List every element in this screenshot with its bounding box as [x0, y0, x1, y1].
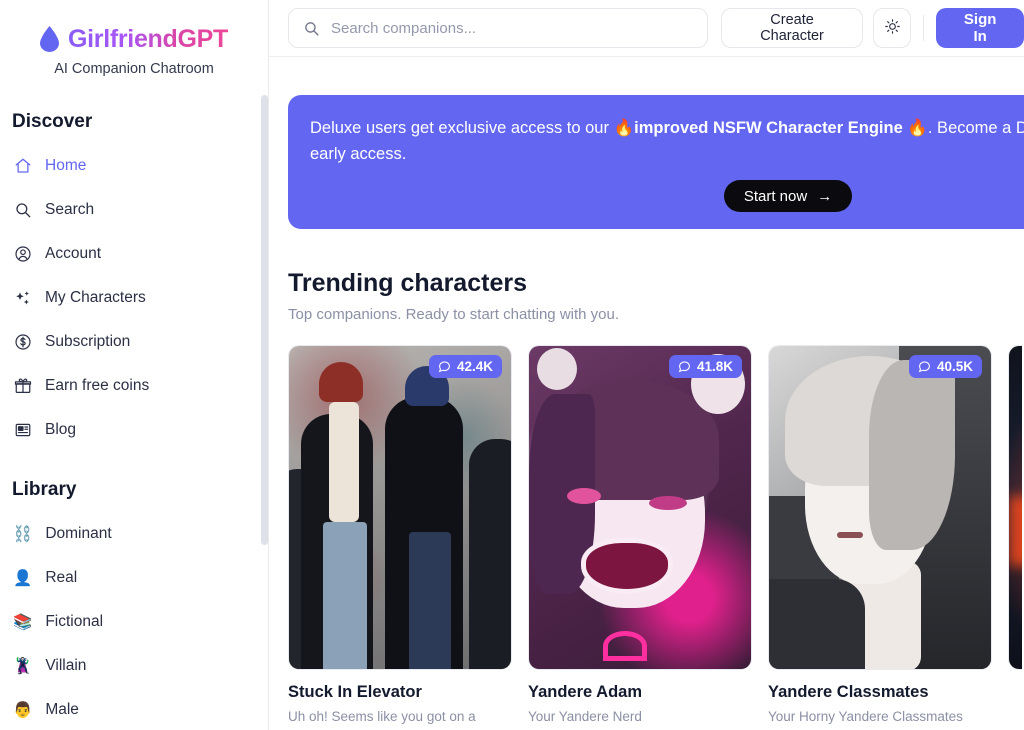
chat-count-value: 41.8K [696, 359, 733, 375]
character-image[interactable]: 41.8K [528, 345, 752, 671]
water-drop-icon [39, 26, 59, 52]
card-artwork [1009, 346, 1022, 670]
sidebar-item-label: My Characters [45, 289, 146, 306]
sidebar-item-search[interactable]: Search [8, 191, 250, 229]
search-input[interactable]: Search companions... [288, 8, 708, 48]
character-description: Your Horny Yandere Classmates [768, 709, 963, 725]
chat-count-value: 40.5K [936, 359, 973, 375]
sidebar-item-my-characters[interactable]: My Characters [8, 279, 250, 317]
promo-text-bold: improved NSFW Character Engine [634, 119, 903, 137]
newspaper-icon [13, 421, 32, 440]
gift-icon [13, 377, 32, 396]
character-description: Your Yandere Nerd [528, 709, 642, 725]
app-root: GirlfriendGPT AI Companion Chatroom Disc… [0, 0, 1024, 730]
home-icon [13, 157, 32, 176]
character-card[interactable]: 40.5K Yandere Classmates Your Horny Yand… [768, 345, 992, 730]
sidebar-item-label: Search [45, 201, 95, 218]
character-name: Yandere Adam [528, 683, 643, 702]
sidebar-item-label: Account [45, 245, 102, 262]
sidebar-item-villain[interactable]: 🦹 Villain [8, 647, 250, 685]
fire-emoji-left: 🔥 [613, 119, 635, 137]
sidebar-item-label: Earn free coins [45, 377, 150, 394]
sidebar-item-label: Male [45, 701, 79, 718]
sidebar-item-label: Subscription [45, 333, 131, 350]
sidebar: GirlfriendGPT AI Companion Chatroom Disc… [0, 0, 269, 730]
promo-banner-text: Deluxe users get exclusive access to our… [310, 116, 1024, 167]
sidebar-item-home[interactable]: Home [8, 147, 250, 185]
sidebar-item-dominant[interactable]: ⛓️ Dominant [8, 515, 250, 553]
chat-count-badge: 42.4K [428, 355, 502, 379]
sidebar-item-label: Fictional [45, 613, 104, 630]
character-image[interactable]: 40.5K [768, 345, 992, 671]
character-description: Uh oh! Seems like you got on a elevator … [288, 709, 488, 730]
theme-toggle-button[interactable] [873, 8, 912, 48]
sidebar-item-blog[interactable]: Blog [8, 411, 250, 449]
account-circle-icon [13, 245, 32, 264]
chat-bubble-icon [438, 360, 451, 373]
toolbar-divider [923, 15, 925, 41]
sidebar-item-label: Real [45, 569, 78, 586]
discover-heading: Discover [12, 111, 93, 132]
sidebar-item-earn-free-coins[interactable]: Earn free coins [8, 367, 250, 405]
content-scroll-area: Deluxe users get exclusive access to our… [269, 57, 1024, 730]
sidebar-item-label: Villain [45, 657, 87, 674]
search-icon [13, 201, 32, 220]
sidebar-item-male[interactable]: 👨 Male [8, 691, 250, 729]
sidebar-item-label: Home [45, 157, 87, 174]
promo-banner: Deluxe users get exclusive access to our… [288, 95, 1024, 230]
chat-count-badge: 40.5K [908, 355, 982, 379]
sidebar-item-label: Dominant [45, 525, 112, 542]
sparkles-icon [13, 289, 32, 308]
character-card-list: 42.4K Stuck In Elevator Uh oh! Seems lik… [288, 345, 1024, 730]
library-heading: Library [12, 479, 77, 500]
page-subtitle: Top companions. Ready to start chatting … [288, 306, 620, 324]
character-name: Stuck In Elevator [288, 683, 422, 702]
sign-in-button[interactable]: Sign In [936, 8, 1024, 48]
chat-bubble-icon [918, 360, 931, 373]
supervillain-icon: 🦹 [13, 657, 33, 675]
card-artwork [289, 346, 511, 670]
promo-text-part1: Deluxe users get exclusive access to our [310, 119, 614, 137]
sidebar-item-fictional[interactable]: 📚 Fictional [8, 603, 250, 641]
brand-tagline: AI Companion Chatroom [54, 61, 214, 77]
page-title: Trending characters [288, 269, 527, 298]
chat-count-badge: 41.8K [668, 355, 742, 379]
sidebar-scrollbar[interactable] [261, 95, 268, 545]
sidebar-item-real[interactable]: 👤 Real [8, 559, 250, 597]
fire-emoji-right: 🔥 [907, 119, 928, 137]
chat-count-value: 42.4K [456, 359, 493, 375]
sidebar-item-account[interactable]: Account [8, 235, 250, 273]
chat-bubble-icon [678, 360, 691, 373]
character-card[interactable]: 42.4K Stuck In Elevator Uh oh! Seems lik… [288, 345, 512, 730]
chains-icon: ⛓️ [13, 525, 33, 543]
dollar-circle-icon [13, 333, 32, 352]
card-artwork [769, 346, 991, 670]
start-now-label: Start now [743, 187, 808, 205]
main-area: Search companions... Create Character Si… [269, 0, 1024, 730]
character-image[interactable]: 42.4K [288, 345, 512, 671]
sidebar-item-label: Blog [45, 421, 77, 438]
character-card[interactable]: 41.8K Yandere Adam Your Yandere Nerd [528, 345, 752, 730]
create-character-button[interactable]: Create Character [721, 8, 864, 48]
arrow-right-icon: → [817, 187, 833, 205]
sun-icon [884, 18, 901, 38]
start-now-button[interactable]: Start now → [723, 180, 853, 213]
man-icon: 👨 [13, 701, 33, 719]
person-icon: 👤 [13, 569, 33, 587]
card-artwork [529, 346, 751, 670]
character-name: Yandere Classmates [768, 683, 929, 702]
brand-header: GirlfriendGPT AI Companion Chatroom [0, 0, 268, 77]
brand-name: GirlfriendGPT [67, 24, 228, 53]
books-icon: 📚 [13, 613, 33, 631]
search-placeholder: Search companions... [331, 19, 477, 37]
sidebar-item-subscription[interactable]: Subscription [8, 323, 250, 361]
character-card[interactable] [1008, 345, 1022, 730]
top-bar: Search companions... Create Character Si… [269, 0, 1024, 57]
character-image[interactable] [1008, 345, 1022, 671]
search-icon [303, 20, 320, 37]
